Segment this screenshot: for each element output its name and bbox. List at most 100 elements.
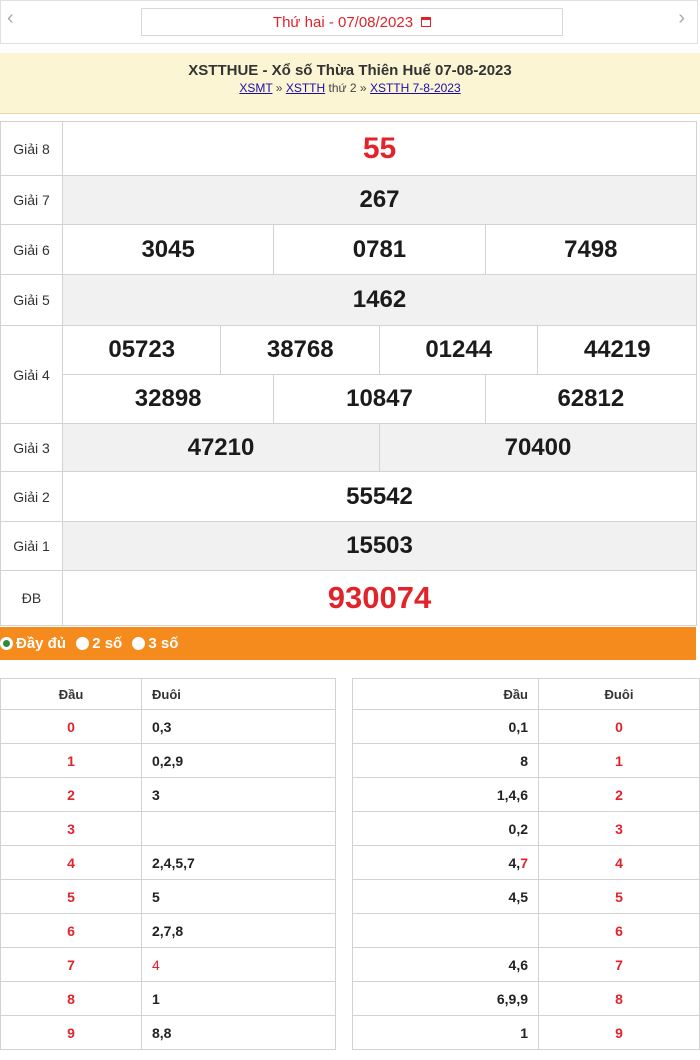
loto-head-cell: 8 — [0, 981, 142, 1016]
loto-head-cell: 6,9,9 — [352, 981, 539, 1016]
prize-number: 10847 — [346, 385, 413, 412]
table-row: 4,6 7 — [352, 947, 700, 982]
prize-label: Giải 3 — [0, 423, 63, 472]
loto-head-cell: 1 — [352, 1015, 539, 1050]
column-header: Đầu — [0, 678, 142, 710]
table-row: 6 — [352, 913, 700, 948]
table-row: 4,7 4 — [352, 845, 700, 880]
loto-tail-cell: 1 — [538, 743, 700, 778]
prize-number: 01244 — [425, 336, 493, 363]
column-header: Đầu — [352, 678, 539, 710]
loto-head-cell — [352, 913, 539, 948]
prize-label: Giải 2 — [0, 471, 63, 522]
prize-label: Giải 1 — [0, 521, 63, 571]
result-header: XSTTHUE - Xổ số Thừa Thiên Huế 07-08-202… — [0, 53, 700, 114]
loto-head-cell: 7 — [0, 947, 142, 982]
loto-tail-cell: 5 — [538, 879, 700, 914]
loto-tail-cell: 3 — [538, 811, 700, 846]
table-row: 3 — [0, 811, 336, 846]
prize-number: 55542 — [346, 482, 413, 510]
loto-head-cell: 2 — [0, 777, 142, 812]
table-row: 1,4,6 2 — [352, 777, 700, 812]
table-row: 81 — [0, 981, 336, 1016]
special-prize-number: 930074 — [327, 580, 432, 615]
prize-row-g4: Giải 4 05723 38768 01244 44219 — [0, 325, 697, 424]
loto-tail-cell: 0 — [538, 709, 700, 744]
loto-tail-cell: 8 — [538, 981, 700, 1016]
prize-number: 32898 — [134, 385, 202, 412]
radio-selected-icon[interactable] — [0, 637, 13, 650]
table-row: 0 0,3 — [0, 709, 336, 744]
option-3-digits[interactable]: 3 số — [132, 627, 178, 660]
loto-tail-cell: 1 — [141, 981, 336, 1016]
loto-head-cell: 4,6 — [352, 947, 539, 982]
prize-label: Giải 8 — [0, 121, 63, 176]
loto-tail-cell: 0,2,9 — [141, 743, 336, 778]
loto-head-cell: 0,2 — [352, 811, 539, 846]
option-2-digits[interactable]: 2 số — [76, 627, 122, 660]
loto-tail-cell: 2,7,8 — [141, 913, 336, 948]
table-row: 19 — [352, 1015, 700, 1050]
loto-tail-cell: 9 — [538, 1015, 700, 1050]
prize-row-g5: Giải 5 1462 — [0, 274, 697, 326]
loto-tail-cell: 6 — [538, 913, 700, 948]
option-full[interactable]: Đầy đủ — [0, 627, 66, 660]
breadcrumb-xstth-link[interactable]: XSTTH — [286, 81, 325, 95]
prize-label: Giải 6 — [0, 224, 63, 275]
loto-head-table: Đầu Đuôi 0 0,3 1 0,2,9 2 3 3 4 2,4,5,7 5 5 6 2,7,8 7 4… — [0, 678, 336, 1050]
prize-label: Giải 4 — [0, 325, 63, 424]
prize-number: 38768 — [266, 336, 334, 363]
prize-number: 0781 — [352, 235, 407, 263]
radio-icon[interactable] — [132, 637, 146, 650]
prize-number: 1462 — [352, 286, 407, 313]
next-day-arrow[interactable]: › — [678, 7, 685, 30]
prev-day-arrow[interactable]: ‹ — [7, 7, 14, 30]
calendar-icon[interactable] — [421, 17, 432, 27]
loto-tail-cell: 7 — [538, 947, 700, 982]
table-row: 4,5 5 — [352, 879, 700, 914]
loto-head-cell: 4,7 — [352, 845, 539, 880]
prize-number: 44219 — [583, 336, 651, 363]
table-row: 81 — [352, 743, 700, 778]
radio-icon[interactable] — [76, 637, 90, 650]
prize-row-g6: Giải 6 3045 0781 7498 — [0, 224, 698, 275]
loto-head-cell: 1 — [0, 743, 142, 778]
loto-head-cell: 1,4,6 — [352, 777, 539, 812]
display-options-bar: Đầy đủ 2 số 3 số — [0, 627, 696, 660]
page-title: XSTTHUE - Xổ số Thừa Thiên Huế 07-08-202… — [188, 62, 512, 79]
loto-head-cell: 3 — [0, 811, 142, 846]
loto-tail-cell: 5 — [141, 879, 336, 914]
table-row: 6,9,9 8 — [352, 981, 700, 1016]
table-row: 23 — [0, 777, 336, 812]
prize-row-special: ĐB 930074 — [0, 570, 697, 626]
prize-number: 15503 — [346, 532, 413, 559]
prize-number: 62812 — [557, 385, 625, 412]
prize-row-g7: Giải 7 267 — [0, 175, 697, 225]
prize-row-g8: Giải 8 55 — [0, 121, 697, 176]
loto-head-cell: 4 — [0, 845, 142, 880]
prize-number: 05723 — [108, 336, 176, 363]
date-picker[interactable]: Thứ hai - 07/08/2023 — [141, 8, 563, 36]
table-row: 55 — [0, 879, 336, 914]
loto-head-cell: 0,1 — [352, 709, 539, 744]
loto-tail-cell: 4 — [141, 947, 336, 982]
loto-tail-cell: 8,8 — [141, 1015, 336, 1050]
breadcrumb-xsmt-link[interactable]: XSMT — [239, 81, 272, 95]
loto-tail-cell: 4 — [538, 845, 700, 880]
table-row: 9 8,8 — [0, 1015, 336, 1050]
loto-tail-cell: 2,4,5,7 — [141, 845, 336, 880]
loto-tail-cell: 0,3 — [141, 709, 336, 744]
prize-row-g2: Giải 2 55542 — [0, 471, 697, 522]
prize-label: Giải 5 — [0, 274, 63, 326]
loto-tail-cell: 2 — [538, 777, 700, 812]
prize-number: 267 — [359, 186, 400, 213]
prize-number: 7498 — [564, 235, 618, 263]
table-row: 0,1 0 — [352, 709, 700, 744]
prize-row-g3: Giải 3 47210 70400 — [0, 423, 698, 472]
table-row: 74 — [0, 947, 336, 982]
loto-head-cell: 9 — [0, 1015, 142, 1050]
prize-number: 3045 — [141, 235, 195, 263]
loto-tail-cell: 3 — [141, 777, 336, 812]
prize-number: 70400 — [504, 433, 572, 461]
breadcrumb-date-link[interactable]: XSTTH 7-8-2023 — [370, 81, 461, 95]
